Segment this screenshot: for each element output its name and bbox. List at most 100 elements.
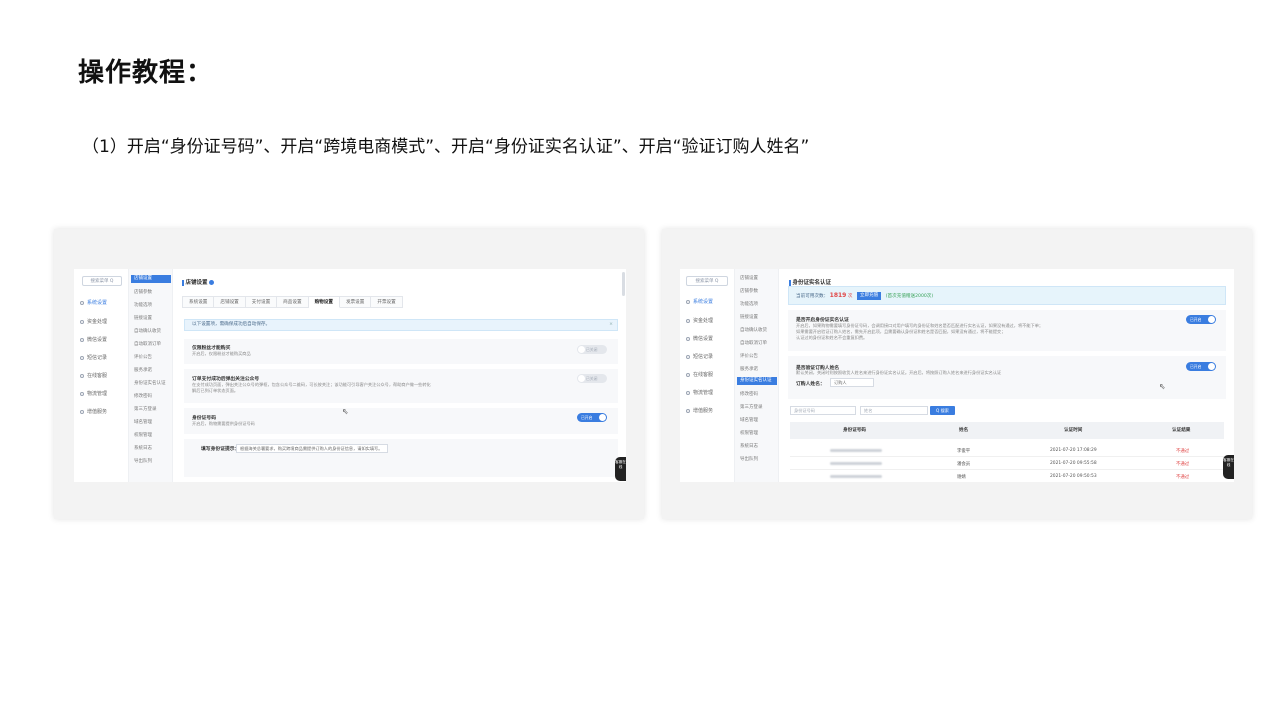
online-service-tab[interactable]: 客服在线 (1223, 455, 1234, 479)
tab-shop[interactable]: 店铺设置 (214, 296, 246, 308)
card-desc: 解后已到订单状态页面。 (192, 388, 239, 393)
buyer-name-label: 订购人姓名： (796, 382, 825, 387)
sidebar-item-addons[interactable]: 增值服务 (686, 407, 713, 414)
left-screenshot: 搜索菜单 Q 系统设置 资金处理 微信设置 短信记录 在线客服 物流管理 增值服… (54, 229, 644, 519)
table-row: 谢婧 2021-07-20 09:50:53 不通过 (790, 471, 1224, 482)
sidebar-item-funds[interactable]: 资金处理 (686, 317, 713, 324)
sidebar-sub-item[interactable]: 第三方登录 (134, 406, 157, 412)
card-buyer-name: 是否验证订购人姓名 默认关闭，关闭时则按照收货人姓名来进行身份证实名认证。开启后… (788, 356, 1226, 399)
sidebar-sub-shop-settings[interactable]: 店铺设置 (131, 275, 171, 283)
grid-icon (686, 408, 690, 413)
sidebar-sub-item[interactable]: 链接设置 (740, 314, 758, 320)
follow-popup-toggle[interactable]: 已关闭 (577, 374, 607, 383)
sidebar-sub-item[interactable]: 自动取消订单 (134, 341, 161, 347)
sidebar-sub-item[interactable]: 权限管理 (134, 432, 152, 438)
tab-system[interactable]: 系统设置 (182, 296, 215, 308)
message-icon (80, 355, 84, 360)
sidebar-item-service[interactable]: 在线客服 (686, 371, 713, 378)
scrollbar[interactable] (622, 272, 625, 296)
card-follow-popup: 订单支付成功后弹出关注公众号 在支付成功页面，弹出关注公众号的弹框，包含公众号二… (184, 369, 618, 403)
search-button[interactable]: Q 搜索 (930, 406, 955, 415)
card-fans-only: 仅限粉丝才能购买 开启后，仅限粉丝才能购买商品 已关闭 (184, 339, 618, 364)
sidebar-item-logistics[interactable]: 物流管理 (80, 390, 107, 397)
settings-icon (80, 300, 84, 305)
id-number-filter-input[interactable]: 身份证号码 (790, 406, 856, 415)
quota-note: (首次充值赠送2000次) (885, 294, 934, 299)
card-desc: 开启后，购物需要提供身份证号码 (192, 421, 255, 426)
sidebar-item-sms[interactable]: 短信记录 (80, 354, 107, 361)
sidebar-item-logistics[interactable]: 物流管理 (686, 389, 713, 396)
column-header-result: 认证结果 (1172, 428, 1191, 433)
info-banner: 以下设置项，需确保成功后自动保存。 × (184, 319, 618, 331)
sidebar-sub-item[interactable]: 修改密码 (740, 391, 758, 397)
sidebar-sub-item[interactable]: 评价公告 (134, 354, 152, 360)
left-screen: 搜索菜单 Q 系统设置 资金处理 微信设置 短信记录 在线客服 物流管理 增值服… (74, 269, 626, 482)
sidebar-sub-item[interactable]: 修改密码 (134, 393, 152, 399)
tab-payment[interactable]: 支付设置 (245, 296, 278, 308)
sidebar-sub-item[interactable]: 自动确认收货 (134, 328, 161, 334)
sidebar-item-wechat[interactable]: 微信设置 (80, 336, 107, 343)
sidebar-sub-item[interactable]: 系统日志 (134, 445, 152, 451)
row-result: 不通过 (1176, 449, 1190, 454)
secondary-sidebar: 店铺设置 店铺参数 功能选项 链接设置 自动确认收货 自动取消订单 评价公告 服… (129, 269, 173, 482)
sidebar-sub-item[interactable]: 导出队列 (134, 458, 152, 464)
sidebar-sub-id-verify[interactable]: 身份证实名认证 (737, 377, 777, 385)
sidebar-item-sms[interactable]: 短信记录 (686, 353, 713, 360)
sidebar-item-system[interactable]: 系统设置 (686, 298, 713, 305)
card-id-number: 身份证号码 开启后，购物需要提供身份证号码 已开启 (184, 408, 618, 434)
pane-title: 店铺设置 (182, 278, 215, 286)
name-filter-input[interactable]: 姓名 (860, 406, 928, 415)
help-icon[interactable] (209, 280, 215, 285)
close-icon[interactable]: × (609, 320, 613, 330)
card-title: 是否开启身份证实名认证 (796, 318, 849, 323)
secondary-sidebar: 店铺设置 店铺参数 功能选项 链接设置 自动确认收货 自动取消订单 评价公告 服… (735, 269, 779, 482)
slide-title: 操作教程： (78, 58, 214, 88)
recharge-button[interactable]: 立即充值 (856, 291, 882, 300)
sidebar-sub-item[interactable]: 域名管理 (134, 419, 152, 425)
sidebar-sub-item[interactable]: 评价公告 (740, 353, 758, 359)
sidebar-item-wechat[interactable]: 微信设置 (686, 335, 713, 342)
tab-goods[interactable]: 商品设置 (277, 296, 309, 308)
id-hint-input[interactable]: 根据海关总署要求，购买跨境商品需提供订购人的身份证信息，请如实填写。 (236, 444, 388, 453)
sidebar-sub-item[interactable]: 服务承诺 (134, 367, 152, 373)
menu-search-input[interactable]: 搜索菜单 Q (686, 276, 728, 286)
table-header: 身份证号码 姓名 认证时间 认证结果 (790, 422, 1224, 439)
sidebar-sub-item[interactable]: 系统日志 (740, 443, 758, 449)
sidebar-sub-item[interactable]: 店铺设置 (740, 275, 758, 281)
right-screen: 搜索菜单 Q 系统设置 资金处理 微信设置 短信记录 在线客服 物流管理 增值服… (680, 269, 1234, 482)
sidebar-sub-item[interactable]: 链接设置 (134, 315, 152, 321)
row-name: 潘会员 (957, 462, 971, 467)
buyer-name-toggle[interactable]: 已开启 (1186, 362, 1216, 371)
sidebar-sub-item[interactable]: 功能选项 (134, 302, 152, 308)
sidebar-sub-item[interactable]: 自动取消订单 (740, 340, 767, 346)
truck-icon (686, 390, 690, 395)
menu-search-input[interactable]: 搜索菜单 Q (82, 276, 122, 286)
sidebar-sub-item[interactable]: 身份证实名认证 (134, 380, 166, 386)
table-row: 潘会员 2021-07-20 09:55:58 不通过 (790, 458, 1224, 470)
id-number-toggle[interactable]: 已开启 (577, 413, 607, 422)
tab-billing[interactable]: 开票设置 (371, 296, 403, 308)
grid-icon (80, 409, 84, 414)
sidebar-sub-item[interactable]: 权限管理 (740, 430, 758, 436)
id-verify-toggle[interactable]: 已开启 (1186, 315, 1216, 324)
sidebar-item-addons[interactable]: 增值服务 (80, 408, 107, 415)
sidebar-item-funds[interactable]: 资金处理 (80, 318, 107, 325)
sidebar-item-service[interactable]: 在线客服 (80, 372, 107, 379)
primary-sidebar: 搜索菜单 Q 系统设置 资金处理 微信设置 短信记录 在线客服 物流管理 增值服… (74, 269, 129, 482)
column-header-idcard: 身份证号码 (843, 428, 866, 433)
online-service-tab[interactable]: 客服在线 (615, 457, 626, 481)
sidebar-sub-item[interactable]: 域名管理 (740, 417, 758, 423)
sidebar-sub-item[interactable]: 第三方登录 (740, 404, 763, 410)
sidebar-sub-item[interactable]: 服务承诺 (740, 366, 758, 372)
sidebar-item-system[interactable]: 系统设置 (80, 299, 107, 306)
sidebar-sub-item[interactable]: 店铺参数 (740, 288, 758, 294)
card-id-hint: 填写身份证提示： 根据海关总署要求，购买跨境商品需提供订购人的身份证信息，请如实… (184, 439, 618, 477)
sidebar-sub-item[interactable]: 导出队列 (740, 456, 758, 462)
sidebar-sub-item[interactable]: 自动确认收货 (740, 327, 767, 333)
tab-invoice[interactable]: 发票设置 (339, 296, 372, 308)
buyer-name-input[interactable]: 订购人 (830, 378, 874, 387)
sidebar-sub-item[interactable]: 店铺参数 (134, 289, 152, 295)
tab-shopping[interactable]: 购物设置 (308, 296, 340, 308)
fans-only-toggle[interactable]: 已关闭 (577, 345, 607, 354)
sidebar-sub-item[interactable]: 功能选项 (740, 301, 758, 307)
